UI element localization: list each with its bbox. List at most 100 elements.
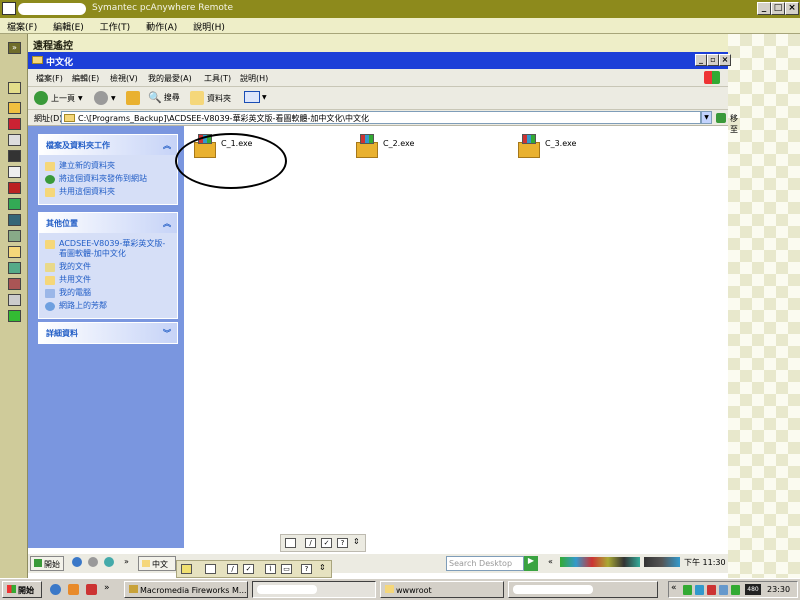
task-wwwroot[interactable]: wwwroot bbox=[380, 581, 504, 598]
chevron-right-icon[interactable]: » bbox=[124, 557, 129, 566]
place-my-computer[interactable]: 我的電腦 bbox=[45, 288, 171, 298]
file-item[interactable]: C_3.exe bbox=[516, 134, 576, 160]
exp-menu-tools[interactable]: 工具(T) bbox=[204, 73, 231, 84]
search-go-button[interactable]: ▶ bbox=[524, 556, 538, 571]
search-button[interactable]: 🔍 搜尋 bbox=[148, 91, 180, 104]
help-icon[interactable]: ? bbox=[301, 564, 312, 574]
quicklaunch-ie-icon[interactable] bbox=[50, 584, 61, 595]
tools-icon[interactable] bbox=[8, 182, 21, 194]
transfer-icon[interactable] bbox=[8, 102, 21, 114]
pen-icon[interactable]: / bbox=[305, 538, 316, 548]
file-view[interactable]: C_1.exe C_2.exe C_3.exe bbox=[184, 126, 728, 532]
place-my-documents[interactable]: 我的文件 bbox=[45, 262, 171, 272]
panel-file-tasks-header[interactable]: 檔案及資料夾工作 ︽ bbox=[39, 135, 177, 155]
up-folder-button[interactable] bbox=[126, 91, 140, 105]
place-parent-folder[interactable]: ACDSEE-V8039-華彩英文版-看圖軟體-加中文化 bbox=[45, 239, 171, 259]
quicklaunch-media-icon[interactable] bbox=[88, 557, 98, 567]
exp-menu-file[interactable]: 檔案(F) bbox=[36, 73, 63, 84]
checkbox-icon[interactable]: ✓ bbox=[243, 564, 254, 574]
tray-chevron-icon[interactable]: « bbox=[548, 557, 553, 566]
more-icon[interactable]: ⇕ bbox=[319, 563, 326, 572]
remote-start-button[interactable]: 開始 bbox=[30, 556, 64, 571]
exp-menu-edit[interactable]: 編輯(E) bbox=[72, 73, 99, 84]
tray-icon[interactable] bbox=[731, 585, 740, 595]
quicklaunch-app-icon[interactable] bbox=[68, 584, 79, 595]
panel-other-places-header[interactable]: 其他位置 ︽ bbox=[39, 213, 177, 233]
help-icon[interactable]: ? bbox=[337, 538, 348, 548]
file-item[interactable]: C_2.exe bbox=[354, 134, 414, 160]
close-button[interactable]: × bbox=[785, 2, 799, 15]
desktop-search-input[interactable]: Search Desktop bbox=[446, 556, 524, 571]
maximize-button[interactable]: □ bbox=[771, 2, 785, 15]
address-input[interactable]: C:\[Programs_Backup]\ACDSEE-V8039-華彩英文版-… bbox=[61, 111, 701, 124]
panel-details-header[interactable]: 詳細資料 ︾ bbox=[39, 323, 177, 343]
remote-tray-icons[interactable] bbox=[560, 557, 640, 567]
tray-icon[interactable] bbox=[719, 585, 728, 595]
page-icon[interactable] bbox=[8, 134, 21, 146]
quicklaunch-app-icon-2[interactable] bbox=[86, 584, 97, 595]
minimize-button[interactable]: _ bbox=[757, 2, 771, 15]
menu-task[interactable]: 工作(T) bbox=[93, 18, 137, 33]
help-icon[interactable] bbox=[8, 82, 21, 94]
checkbox-icon[interactable]: ✓ bbox=[321, 538, 332, 548]
monitor-icon[interactable] bbox=[8, 214, 21, 226]
chevron-right-icon[interactable]: » bbox=[104, 583, 110, 593]
quicklaunch-desktop-icon[interactable] bbox=[104, 557, 114, 567]
menu-help[interactable]: 說明(H) bbox=[186, 18, 231, 33]
place-shared-documents[interactable]: 共用文件 bbox=[45, 275, 171, 285]
local-start-button[interactable]: 開始 bbox=[2, 581, 42, 598]
pen-icon[interactable]: / bbox=[227, 564, 238, 574]
folders-button[interactable]: 資料夾 bbox=[190, 91, 231, 105]
task-pcanywhere[interactable] bbox=[252, 581, 376, 598]
task-fireworks[interactable]: Macromedia Fireworks M... bbox=[124, 581, 248, 598]
go-arrow-icon[interactable] bbox=[716, 113, 726, 123]
exp-menu-view[interactable]: 檢視(V) bbox=[110, 73, 138, 84]
keyboard-icon[interactable] bbox=[205, 564, 216, 574]
folder-icon[interactable] bbox=[8, 246, 21, 258]
task-share-folder[interactable]: 共用這個資料夾 bbox=[45, 187, 171, 197]
remote-tray-icons-2[interactable] bbox=[644, 557, 680, 567]
refresh-icon[interactable] bbox=[8, 310, 21, 322]
brush-icon[interactable]: ⌇ bbox=[265, 564, 276, 574]
menu-file[interactable]: 檔案(F) bbox=[0, 18, 43, 33]
screen-icon[interactable] bbox=[8, 150, 21, 162]
tray-chevron-icon[interactable]: « bbox=[671, 583, 677, 593]
record-icon[interactable] bbox=[8, 118, 21, 130]
task-redacted[interactable] bbox=[508, 581, 658, 598]
explorer-close-button[interactable]: × bbox=[719, 54, 731, 66]
explorer-minimize-button[interactable]: _ bbox=[695, 54, 707, 66]
menu-action[interactable]: 動作(A) bbox=[139, 18, 183, 33]
tray-icon[interactable] bbox=[707, 585, 716, 595]
pcanywhere-app-icon[interactable] bbox=[2, 2, 16, 15]
go-button[interactable]: 移至 bbox=[730, 113, 738, 135]
collapse-icon[interactable]: ︽ bbox=[163, 140, 171, 151]
task-publish-web[interactable]: 將這個資料夾發佈到網站 bbox=[45, 174, 171, 184]
scissors-icon[interactable] bbox=[8, 294, 21, 306]
collapse-icon[interactable]: ︽ bbox=[163, 218, 171, 229]
chat-icon[interactable] bbox=[8, 262, 21, 274]
expand-icon[interactable]: ︾ bbox=[163, 328, 171, 339]
remote-task-folder[interactable]: 中文 bbox=[138, 556, 176, 571]
tray-icon[interactable] bbox=[683, 585, 692, 595]
views-button[interactable]: ▼ bbox=[244, 91, 267, 103]
tray-icon[interactable] bbox=[695, 585, 704, 595]
tray-resolution-badge[interactable]: 480 bbox=[745, 584, 761, 595]
quicklaunch-ie-icon[interactable] bbox=[72, 557, 82, 567]
screen-icon[interactable] bbox=[181, 564, 192, 574]
keyboard-icon[interactable] bbox=[285, 538, 296, 548]
exp-menu-favorites[interactable]: 我的最愛(A) bbox=[148, 73, 192, 84]
back-button[interactable]: 上一頁 ▼ bbox=[34, 91, 83, 105]
more-icon[interactable]: ⇕ bbox=[353, 537, 360, 546]
menu-edit[interactable]: 編輯(E) bbox=[46, 18, 90, 33]
place-network[interactable]: 網路上的芳鄰 bbox=[45, 301, 171, 311]
address-dropdown-button[interactable]: ▼ bbox=[701, 111, 712, 124]
exp-menu-help[interactable]: 說明(H) bbox=[240, 73, 268, 84]
task-new-folder[interactable]: 建立新的資料夾 bbox=[45, 161, 171, 171]
grid-icon[interactable] bbox=[8, 230, 21, 242]
network-icon[interactable] bbox=[8, 198, 21, 210]
keyboard-icon[interactable] bbox=[8, 278, 21, 290]
window-icon[interactable]: ▭ bbox=[281, 564, 292, 574]
forward-button[interactable]: ▼ bbox=[94, 91, 116, 105]
explorer-restore-button[interactable]: ▫ bbox=[707, 54, 719, 66]
expand-icon[interactable]: » bbox=[8, 42, 21, 54]
